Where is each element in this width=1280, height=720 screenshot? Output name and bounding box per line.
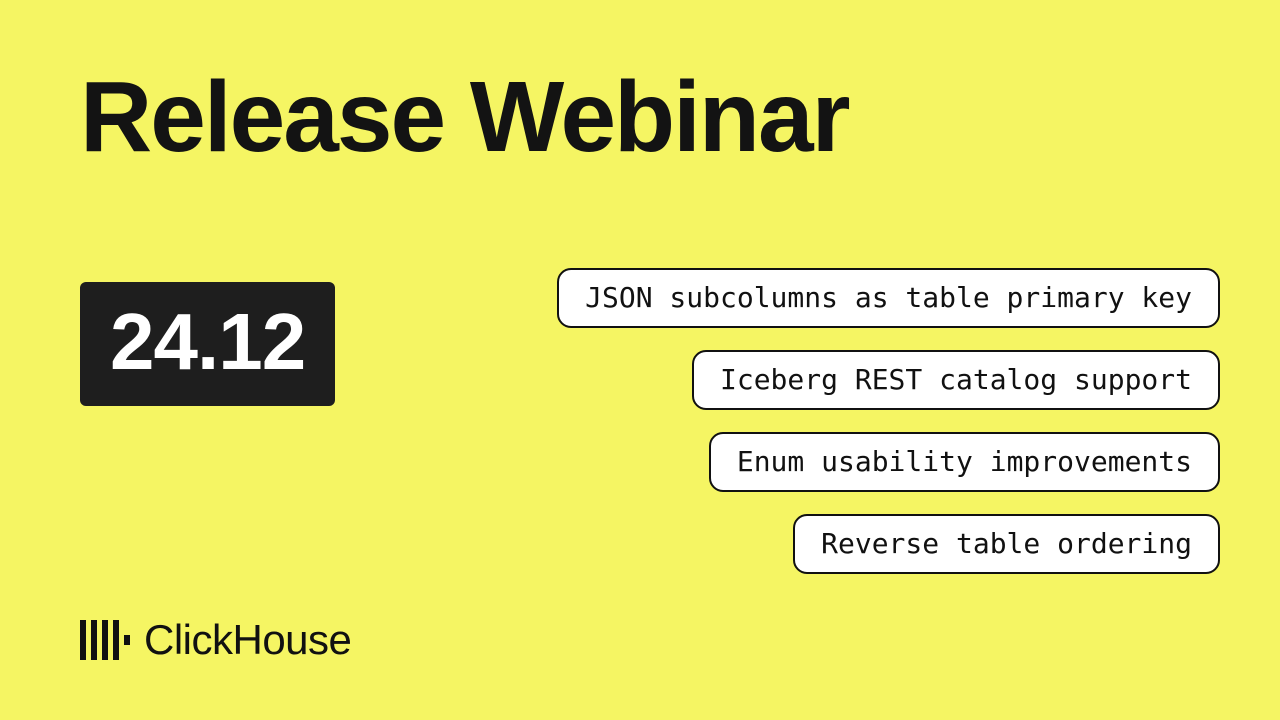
- feature-pill: Enum usability improvements: [709, 432, 1220, 492]
- brand-name: ClickHouse: [144, 616, 351, 664]
- brand: ClickHouse: [80, 616, 351, 664]
- version-badge: 24.12: [80, 282, 335, 406]
- feature-pill: Reverse table ordering: [793, 514, 1220, 574]
- feature-pill: Iceberg REST catalog support: [692, 350, 1220, 410]
- clickhouse-logo-icon: [80, 620, 130, 660]
- feature-pill: JSON subcolumns as table primary key: [557, 268, 1220, 328]
- page-title: Release Webinar: [80, 60, 849, 175]
- feature-list: JSON subcolumns as table primary key Ice…: [557, 268, 1220, 574]
